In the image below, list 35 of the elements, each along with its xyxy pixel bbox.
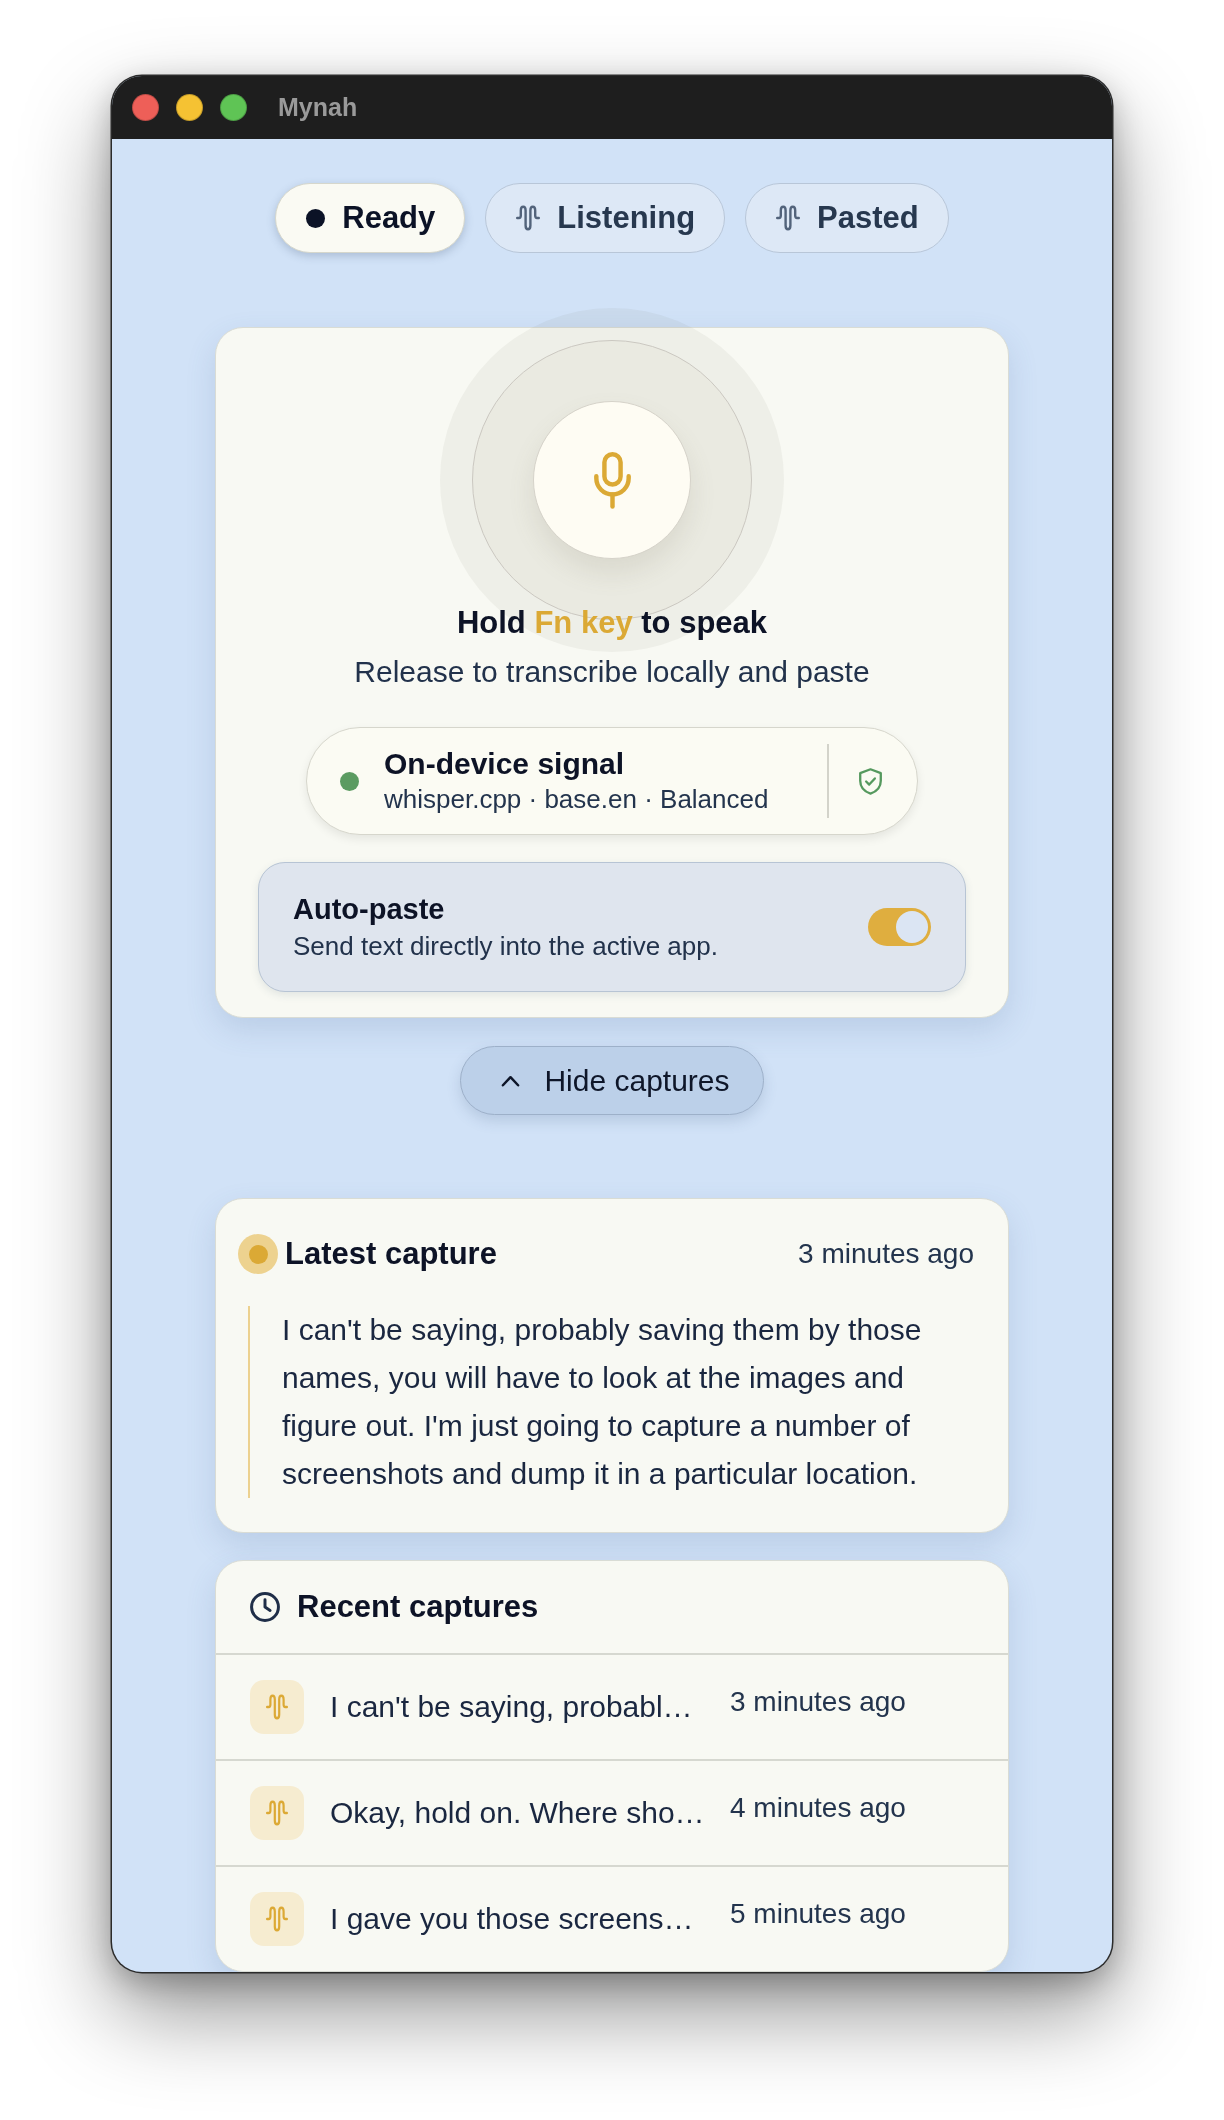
engine-title: On-device signal — [384, 747, 626, 781]
engine-detail: whisper.cpp · base.en · Balanced — [384, 783, 770, 815]
collapse-button[interactable]: Hide captures — [460, 1046, 764, 1115]
dot-icon — [306, 208, 326, 228]
timestamp: 3 minutes ago — [730, 1685, 906, 1719]
hint-subtitle: Release to transcribe locally and paste — [354, 654, 870, 690]
capture-preview[interactable]: I gave you those screens… — [330, 1901, 706, 1937]
setting-description: Send text directly into the active app. — [293, 930, 719, 962]
shield-check-icon — [857, 767, 884, 795]
timestamp: 4 minutes ago — [730, 1791, 906, 1825]
status-tab[interactable]: Listening — [485, 183, 726, 253]
clock-icon — [250, 1592, 280, 1622]
card-title: Latest capture — [285, 1236, 497, 1272]
status-tab[interactable]: Ready — [275, 183, 466, 253]
timestamp: 3 minutes ago — [798, 1237, 974, 1271]
timestamp: 5 minutes ago — [730, 1897, 906, 1931]
record-dot-icon — [238, 1234, 278, 1274]
microphone-icon — [591, 451, 633, 509]
minimize-button[interactable] — [176, 94, 203, 121]
status-tab[interactable]: Pasted — [745, 183, 949, 253]
waveform-icon — [250, 1892, 304, 1946]
transcript-quote: I can't be saying, probably saving them by those names, you will have to look at the images and figure out. I'm just going to capture a number of screenshots and dump it in a particular location. — [248, 1306, 974, 1498]
close-button[interactable] — [132, 94, 159, 121]
zoom-button[interactable] — [220, 94, 247, 121]
card-title: Recent captures — [297, 1589, 539, 1625]
waveform-icon — [776, 205, 801, 231]
capture-preview[interactable]: I can't be saying, probabl… — [330, 1689, 706, 1725]
capture-preview[interactable]: Okay, hold on. Where sho… — [330, 1795, 706, 1831]
toggle-switch[interactable] — [868, 908, 931, 946]
setting-label: Auto-paste — [293, 892, 446, 926]
waveform-icon — [516, 205, 541, 231]
hint-title: Hold Fn key to speak — [456, 605, 768, 641]
window-title: Mynah — [278, 93, 358, 122]
waveform-icon — [250, 1786, 304, 1840]
waveform-icon — [250, 1680, 304, 1734]
